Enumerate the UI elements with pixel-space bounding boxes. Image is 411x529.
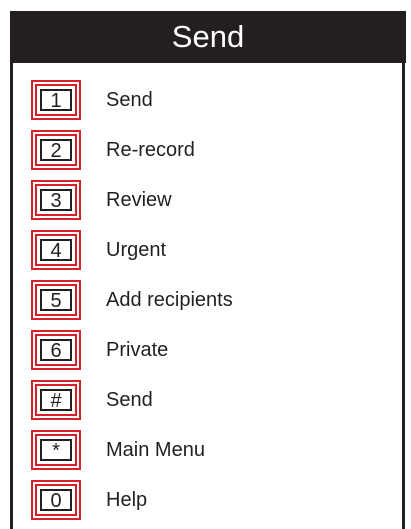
key-label: # — [50, 390, 62, 412]
menu-item-label: Re-record — [106, 139, 195, 161]
menu-item-help[interactable]: 0 Help — [31, 480, 391, 520]
menu-item-send[interactable]: 1 Send — [31, 80, 391, 120]
key-label: 0 — [50, 490, 62, 512]
key-label: 2 — [50, 140, 62, 162]
key-label: 5 — [50, 290, 62, 312]
key-1-button[interactable]: 1 — [31, 80, 81, 120]
menu-item-label: Send — [106, 389, 153, 411]
key-label: 1 — [50, 90, 62, 112]
menu-item-label: Add recipients — [106, 289, 233, 311]
key-5-button[interactable]: 5 — [31, 280, 81, 320]
menu-item-urgent[interactable]: 4 Urgent — [31, 230, 391, 270]
menu-item-label: Review — [106, 189, 172, 211]
menu-item-label: Send — [106, 89, 153, 111]
menu-item-label: Urgent — [106, 239, 167, 261]
key-6-button[interactable]: 6 — [31, 330, 81, 370]
key-label: 4 — [50, 240, 62, 262]
key-0-button[interactable]: 0 — [31, 480, 81, 520]
key-4-button[interactable]: 4 — [31, 230, 81, 270]
menu-item-label: Private — [106, 339, 169, 361]
key-label: * — [52, 440, 60, 462]
key-label: 3 — [50, 190, 62, 212]
menu-item-re-record[interactable]: 2 Re-record — [31, 130, 391, 170]
key-hash-button[interactable]: # — [31, 380, 81, 420]
menu-item-label: Help — [106, 489, 148, 511]
menu-item-label: Main Menu — [106, 439, 205, 461]
menu-item-review[interactable]: 3 Review — [31, 180, 391, 220]
key-3-button[interactable]: 3 — [31, 180, 81, 220]
menu-item-main-menu[interactable]: * Main Menu — [31, 430, 391, 470]
key-star-button[interactable]: * — [31, 430, 81, 470]
page-title: Send — [10, 11, 406, 63]
key-label: 6 — [50, 340, 62, 362]
menu-item-private[interactable]: 6 Private — [31, 330, 391, 370]
send-menu-screen: Send 1 Send 2 Re-record 3 Review 4 Urgen… — [0, 0, 411, 529]
menu-item-add-recipients[interactable]: 5 Add recipients — [31, 280, 391, 320]
key-2-button[interactable]: 2 — [31, 130, 81, 170]
menu-item-send-hash[interactable]: # Send — [31, 380, 391, 420]
